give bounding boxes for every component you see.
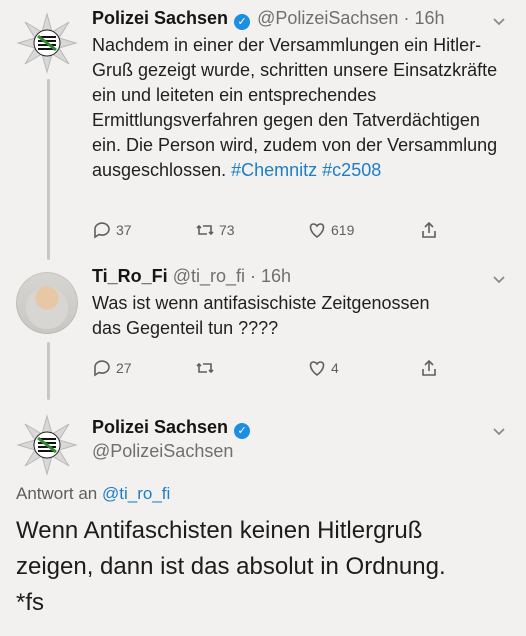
thread-line [47, 342, 50, 400]
tweet-main-text: Wenn Antifaschisten keinen Hitlergruß ze… [16, 513, 516, 621]
tweet-header: Polizei Sachsen ✓ @PolizeiSachsen · 16h [92, 8, 445, 30]
retweet-button[interactable]: 73 [195, 220, 235, 240]
tweet-header: Polizei Sachsen ✓ [92, 417, 252, 439]
user-name[interactable]: Polizei Sachsen [92, 417, 228, 437]
like-count: 4 [331, 360, 339, 376]
share-button[interactable] [419, 220, 439, 240]
verified-badge-icon: ✓ [234, 423, 251, 439]
tweet-text: Nachdem in einer der Versammlungen ein H… [92, 33, 507, 183]
tweet-time[interactable]: · 16h [250, 266, 291, 286]
reply-count: 27 [116, 360, 132, 376]
user-handle[interactable]: @PolizeiSachsen [257, 8, 398, 28]
retweet-icon [196, 362, 214, 374]
share-button[interactable] [419, 358, 439, 378]
hashtag-link[interactable]: #Chemnitz [231, 160, 317, 180]
user-name[interactable]: Ti_Ro_Fi [92, 266, 168, 286]
user-avatar[interactable] [16, 272, 78, 334]
thread-line [47, 79, 50, 260]
like-icon [309, 223, 325, 239]
tweet-line: *fs [16, 589, 45, 616]
user-handle[interactable]: @PolizeiSachsen [92, 441, 233, 461]
hashtag-link[interactable]: #c2508 [322, 160, 381, 180]
like-button[interactable]: 4 [307, 358, 339, 378]
reply-to-link[interactable]: @ti_ro_fi [102, 484, 170, 503]
tweet-line: das Gegenteil tun ???? [92, 318, 279, 338]
retweet-button[interactable] [195, 358, 219, 378]
tweet-line: zeigen, dann ist das absolut in Ordnung. [16, 553, 446, 580]
tweet-body: Nachdem in einer der Versammlungen ein H… [92, 35, 498, 180]
tweet-line: Wenn Antifaschisten keinen Hitlergruß [16, 517, 423, 544]
reply-to-line: Antwort an @ti_ro_fi [16, 484, 170, 504]
police-star-avatar-icon[interactable] [16, 414, 78, 476]
share-icon [422, 359, 436, 376]
chevron-down-icon[interactable] [490, 270, 508, 288]
retweet-count: 73 [219, 222, 235, 238]
tweet-user-reply[interactable]: Ti_Ro_Fi @ti_ro_fi · 16h Was ist wenn an… [0, 260, 526, 400]
reply-button[interactable]: 37 [92, 220, 132, 240]
tweet-text: Was ist wenn antifasischiste Zeitgenosse… [92, 291, 507, 341]
reply-count: 37 [116, 222, 132, 238]
like-button[interactable]: 619 [307, 220, 354, 240]
user-handle[interactable]: @ti_ro_fi [173, 266, 245, 286]
tweet-actions: 37 73 619 [92, 220, 486, 242]
like-icon [309, 361, 325, 377]
tweet-line: Was ist wenn antifasischiste Zeitgenosse… [92, 293, 430, 313]
chevron-down-icon[interactable] [490, 12, 508, 30]
chevron-down-icon[interactable] [490, 422, 508, 440]
reply-icon [94, 222, 110, 239]
user-name[interactable]: Polizei Sachsen [92, 8, 228, 28]
reply-prefix: Antwort an [16, 484, 98, 503]
reply-button[interactable]: 27 [92, 358, 132, 378]
retweet-icon [196, 224, 214, 236]
reply-icon [94, 360, 110, 377]
tweet-handle-row: @PolizeiSachsen [92, 441, 233, 462]
tweet-header: Ti_Ro_Fi @ti_ro_fi · 16h [92, 266, 291, 287]
like-count: 619 [331, 222, 355, 238]
tweet-police-1[interactable]: Polizei Sachsen ✓ @PolizeiSachsen · 16h … [0, 0, 526, 260]
tweet-actions: 27 4 [92, 358, 486, 380]
tweet-time[interactable]: · 16h [403, 8, 444, 28]
share-icon [422, 221, 436, 238]
verified-badge-icon: ✓ [234, 14, 251, 30]
police-star-avatar-icon[interactable] [16, 12, 78, 74]
